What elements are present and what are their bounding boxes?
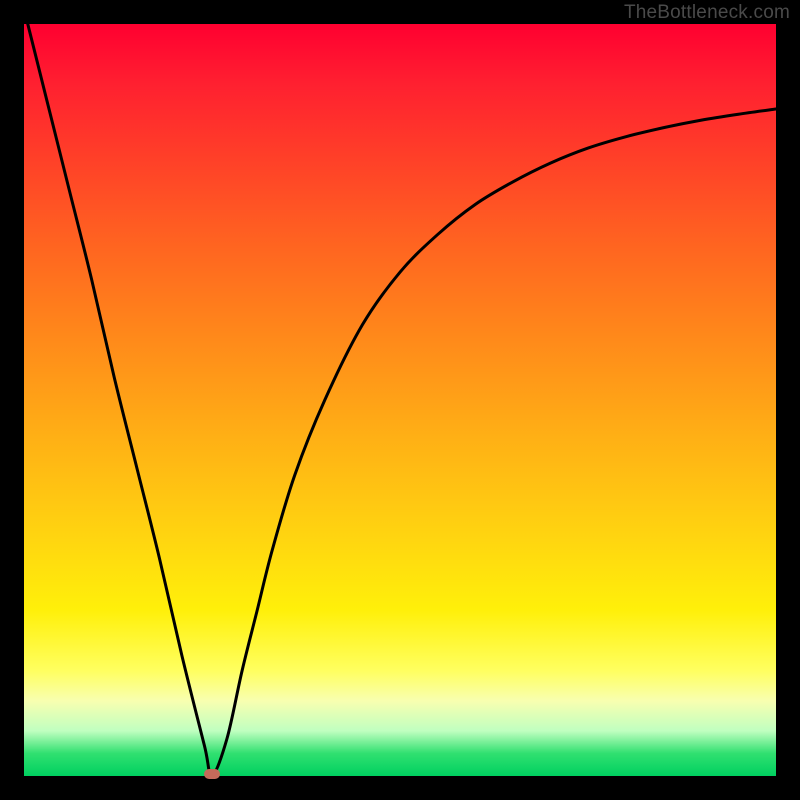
attribution-label: TheBottleneck.com — [624, 2, 790, 24]
optimal-point-marker — [204, 769, 220, 779]
bottleneck-curve — [24, 24, 776, 776]
